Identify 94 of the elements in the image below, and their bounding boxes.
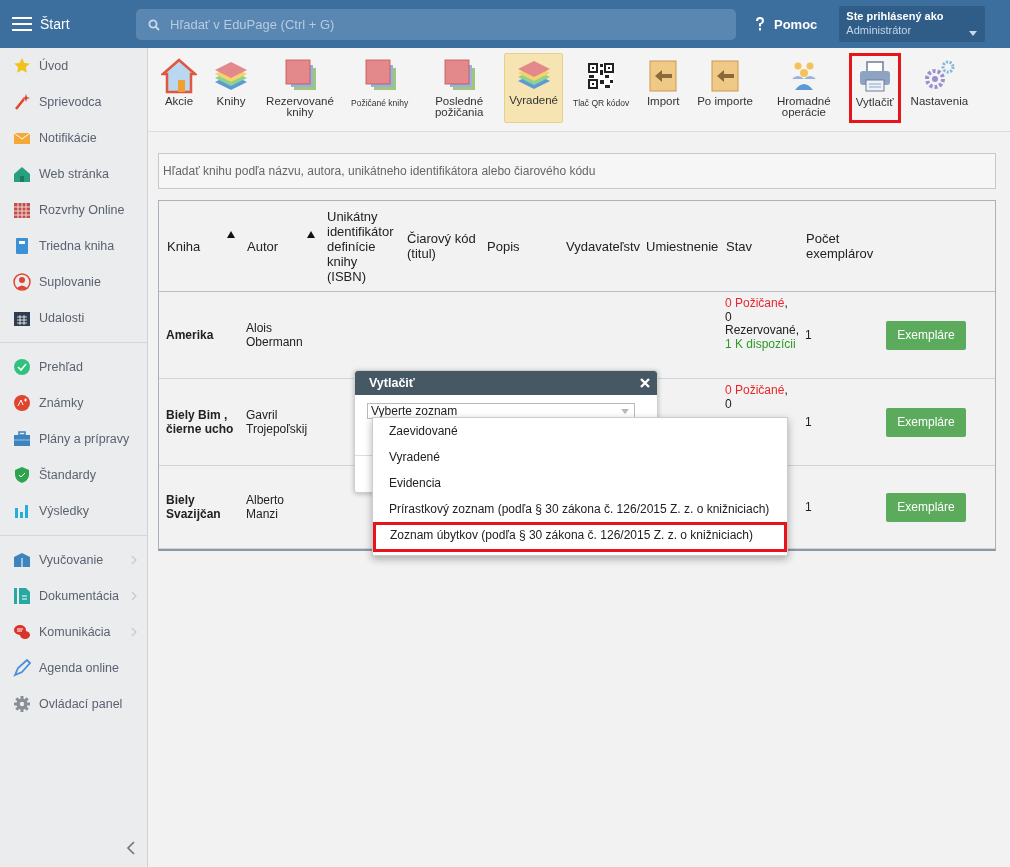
- column-header[interactable]: Umiestnenie: [646, 238, 719, 254]
- calendar-icon: [13, 309, 31, 327]
- table-cell: 1: [805, 328, 812, 342]
- grid-icon: [13, 201, 31, 219]
- dropdown-option[interactable]: Prírastkový zoznam (podľa § 30 zákona č. 126/2015 Z. z. o knižniciach): [373, 496, 787, 522]
- chevron-right-icon: [131, 627, 137, 637]
- briefcase-icon: [13, 430, 31, 448]
- search-field[interactable]: Hľadať knihu podľa názvu, autora, unikátneho identifikátora alebo čiarového kódu: [158, 153, 996, 189]
- sidebar-item[interactable]: Web stránka: [0, 156, 141, 192]
- column-header[interactable]: Unikátny identifikátor definície knihy (ISBN): [327, 208, 399, 284]
- toolbar-button[interactable]: Akcie: [155, 53, 203, 123]
- sidebar-item[interactable]: Úvod: [0, 48, 141, 84]
- chat-icon: [13, 623, 31, 641]
- magic-wand-icon: [13, 93, 31, 111]
- sidebar-item[interactable]: Štandardy: [0, 457, 141, 493]
- column-header[interactable]: Autor: [247, 238, 279, 254]
- dropdown-option[interactable]: Evidencia: [373, 470, 787, 496]
- settings-icon: [13, 695, 31, 713]
- notebook-icon: [13, 237, 31, 255]
- sort-arrow-icon: [227, 231, 235, 238]
- dropdown-option[interactable]: Zaevidované: [373, 418, 787, 444]
- search-icon: [148, 18, 160, 31]
- pen-icon: [13, 659, 31, 677]
- sidebar-item[interactable]: Prehľad: [0, 349, 141, 385]
- column-header[interactable]: Čiarový kód (titul): [407, 231, 479, 261]
- bar-chart-icon: [13, 502, 31, 520]
- column-header[interactable]: Vydavateľstv: [566, 238, 641, 254]
- sort-arrow-icon: [307, 231, 315, 238]
- column-header[interactable]: Počet exemplárov: [806, 231, 876, 261]
- check-icon: [13, 358, 31, 376]
- table-cell: Amerika: [166, 328, 214, 342]
- dropdown-option[interactable]: Zoznam úbytkov (podľa § 30 zákona č. 126/2015 Z. z. o knižniciach): [373, 522, 787, 552]
- sidebar-item[interactable]: Komunikácia: [0, 614, 141, 650]
- dropdown-option[interactable]: Vyradené: [373, 444, 787, 470]
- chevron-right-icon: [131, 555, 137, 565]
- menu-button[interactable]: Štart: [0, 16, 136, 32]
- toolbar-button[interactable]: Nastavenia: [904, 53, 975, 123]
- caret-icon: [621, 408, 629, 414]
- sidebar-item[interactable]: Známky: [0, 385, 141, 421]
- column-header[interactable]: Popis: [487, 238, 520, 254]
- sidebar-item[interactable]: Agenda online: [0, 650, 141, 686]
- shield-icon: [13, 466, 31, 484]
- caret-icon: [969, 31, 978, 36]
- toolbar-button[interactable]: Vytlačiť: [848, 53, 901, 123]
- user-role: Administrátor: [846, 24, 913, 36]
- house-icon: [13, 165, 31, 183]
- toolbar-button[interactable]: Hromadné operácie: [762, 53, 845, 123]
- toolbar-button[interactable]: Vyradené: [504, 53, 563, 123]
- table-cell: Alois Obermann: [246, 321, 303, 349]
- menu-icon: [12, 16, 32, 32]
- sidebar-item[interactable]: Vyučovanie: [0, 542, 141, 578]
- question-icon: [754, 16, 766, 32]
- table-cell: Biely Bim , čierne ucho: [166, 408, 234, 436]
- table-cell: 1: [805, 500, 812, 514]
- status-text: 0 Požičané, 0 Rezervované, 1 K dispozícii: [725, 296, 801, 352]
- toolbar-button[interactable]: Import: [639, 53, 688, 123]
- document-icon: [13, 587, 31, 605]
- sidebar-item[interactable]: Plány a prípravy: [0, 421, 141, 457]
- sidebar-item[interactable]: Sprievodca: [0, 84, 141, 120]
- star-icon: [13, 57, 31, 75]
- user-caption: Ste prihlásený ako: [846, 10, 944, 22]
- collapse-button[interactable]: [126, 841, 135, 855]
- search-field[interactable]: Hľadať v EduPage (Ctrl + G): [136, 8, 736, 40]
- toolbar-button[interactable]: Požičané knihy: [345, 53, 415, 123]
- toolbar-button[interactable]: Po importe: [691, 53, 759, 123]
- grade-icon: [13, 394, 31, 412]
- sidebar-item[interactable]: Rozvrhy Online: [0, 192, 141, 228]
- sidebar-item[interactable]: Výsledky: [0, 493, 141, 529]
- column-header[interactable]: Stav: [726, 238, 752, 254]
- house-icon: [161, 58, 197, 94]
- user-menu[interactable]: Ste prihlásený ako Administrátor: [839, 6, 986, 42]
- sidebar-item[interactable]: Suplovanie: [0, 264, 141, 300]
- dialog-title: Vytlačiť: [369, 376, 415, 390]
- close-button[interactable]: [640, 378, 650, 388]
- chevron-left-icon: [126, 841, 135, 855]
- table-cell: Biely Svazijčan: [166, 493, 221, 521]
- sidebar-item[interactable]: Dokumentácia: [0, 578, 141, 614]
- toolbar-button[interactable]: Rezervované knihy: [259, 53, 341, 123]
- sidebar-item[interactable]: Triedna kniha: [0, 228, 141, 264]
- sidebar-item[interactable]: Notifikácie: [0, 120, 141, 156]
- table-cell: 1: [805, 415, 812, 429]
- table-cell: Gavril Trojepoľskij: [246, 408, 308, 436]
- close-icon: [640, 378, 650, 388]
- person-icon: [13, 273, 31, 291]
- toolbar-button[interactable]: Tlač QR kódov: [567, 53, 636, 123]
- table-cell: Alberto Manzi: [246, 493, 285, 521]
- sidebar-item[interactable]: Udalosti: [0, 300, 141, 336]
- sidebar-item[interactable]: Ovládací panel: [0, 686, 141, 722]
- toolbar-button[interactable]: Posledné požičania: [418, 53, 501, 123]
- status-text: 0 Požičané, 0: [725, 383, 789, 412]
- column-header[interactable]: Kniha: [167, 238, 201, 254]
- help-link[interactable]: Pomoc: [754, 16, 818, 32]
- toolbar-button[interactable]: Knihy: [207, 53, 255, 123]
- chevron-right-icon: [131, 591, 137, 601]
